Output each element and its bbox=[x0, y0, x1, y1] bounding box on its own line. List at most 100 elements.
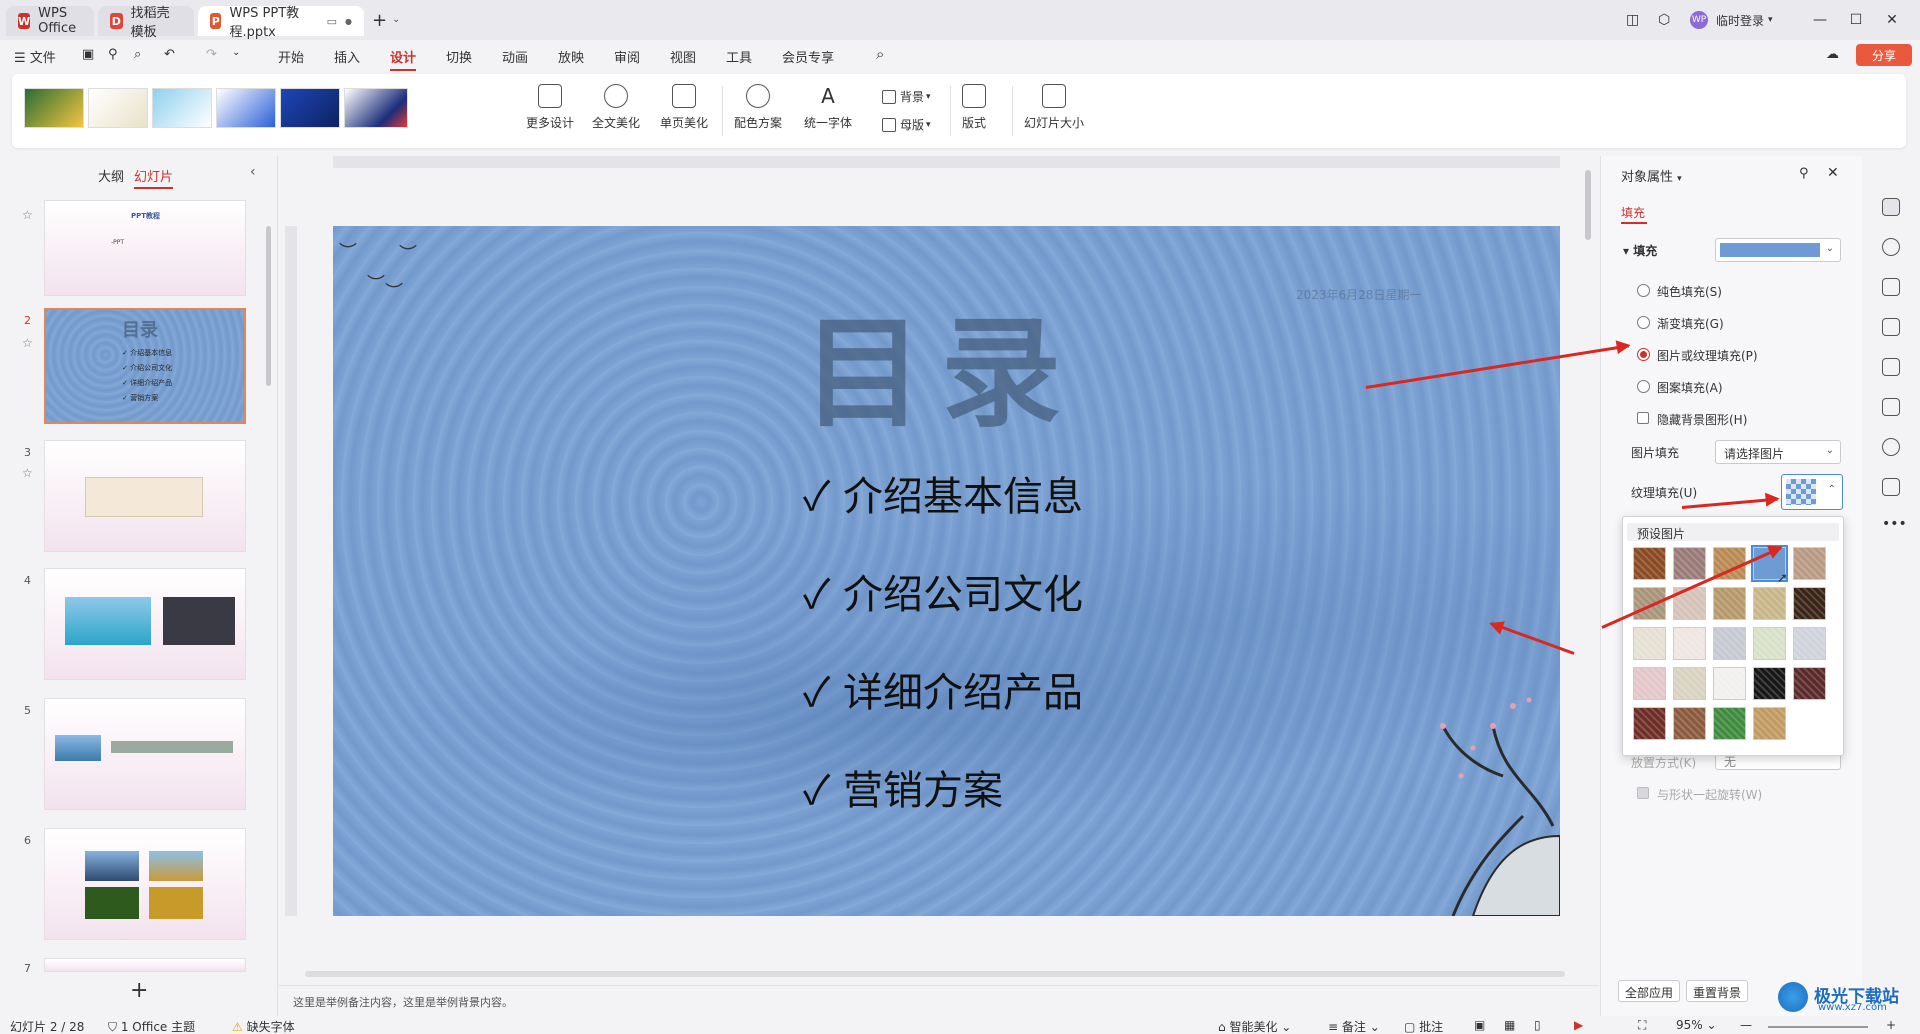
slide-list-item[interactable]: ✓ 营销方案 bbox=[803, 758, 1003, 816]
user-login[interactable]: WP 临时登录 ▾ bbox=[1690, 8, 1773, 32]
zoom-level[interactable]: 95% ⌄ bbox=[1676, 1018, 1717, 1032]
book-icon[interactable] bbox=[1882, 398, 1900, 416]
tab-outline[interactable]: 大纲 bbox=[98, 166, 124, 185]
sorter-view-icon[interactable]: ▦ bbox=[1504, 1018, 1515, 1032]
texture-swatch[interactable] bbox=[1713, 667, 1746, 700]
more-icon[interactable]: ••• bbox=[1882, 516, 1907, 532]
template-thumb[interactable] bbox=[216, 88, 276, 128]
template-thumb[interactable] bbox=[88, 88, 148, 128]
properties-icon[interactable] bbox=[1882, 198, 1900, 216]
slide-thumbnail-1[interactable]: PPT教程 -PPT bbox=[44, 200, 246, 296]
cloud-icon[interactable]: ☁ bbox=[1826, 47, 1839, 62]
collapse-panel-icon[interactable]: ‹ bbox=[250, 164, 256, 180]
more-design-button[interactable]: 更多设计 bbox=[526, 84, 574, 131]
menu-review[interactable]: 审阅 bbox=[614, 47, 640, 66]
slide-size-button[interactable]: 幻灯片大小 bbox=[1024, 84, 1084, 131]
tab-unsaved-dot-icon[interactable]: ● bbox=[345, 17, 352, 26]
beautify-all-button[interactable]: 全文美化 bbox=[592, 84, 640, 131]
pattern-fill-radio[interactable] bbox=[1637, 380, 1650, 393]
reset-background-button[interactable]: 重置背景 bbox=[1686, 980, 1749, 1002]
solid-fill-radio[interactable] bbox=[1637, 284, 1650, 297]
menu-animation[interactable]: 动画 bbox=[502, 47, 528, 66]
template-thumb[interactable] bbox=[24, 88, 84, 128]
slide-list-item[interactable]: ✓ 介绍基本信息 bbox=[803, 464, 1083, 522]
tab-ppt-document[interactable]: P WPS PPT教程.pptx ▭ ● bbox=[198, 6, 364, 40]
menu-slideshow[interactable]: 放映 bbox=[558, 47, 584, 66]
texture-swatch[interactable] bbox=[1753, 627, 1786, 660]
theme-name[interactable]: ⛉ 1 Office 主题 bbox=[108, 1018, 195, 1034]
picture-texture-fill-radio[interactable] bbox=[1637, 348, 1650, 361]
template-thumb[interactable] bbox=[344, 88, 408, 128]
play-slideshow-icon[interactable]: ▶ bbox=[1574, 1018, 1583, 1032]
texture-swatch[interactable] bbox=[1673, 627, 1706, 660]
rotate-with-shape-checkbox[interactable] bbox=[1637, 787, 1649, 799]
smart-beautify-button[interactable]: ⌂ 智能美化 ⌄ bbox=[1218, 1018, 1291, 1034]
fill-color-dropdown[interactable]: ⌄ bbox=[1715, 238, 1841, 262]
slide-canvas[interactable]: ︶ ︶ ︶ ︶ 2023年6月28日星期一 目录 ✓ 介绍基本信息 ✓ 介绍公司… bbox=[333, 226, 1560, 916]
texture-swatch[interactable] bbox=[1673, 547, 1706, 580]
star-icon[interactable]: ☆ bbox=[22, 336, 33, 350]
tab-find-templates[interactable]: D 找稻壳模板 bbox=[98, 6, 194, 40]
template-thumb[interactable] bbox=[280, 88, 340, 128]
menu-insert[interactable]: 插入 bbox=[334, 47, 360, 66]
slide-list-item[interactable]: ✓ 介绍公司文化 bbox=[803, 562, 1083, 620]
quick-access-chevron-icon[interactable]: ⌄ bbox=[232, 47, 240, 58]
star-icon[interactable]: ☆ bbox=[22, 208, 33, 222]
beautify-page-button[interactable]: 单页美化 bbox=[660, 84, 708, 131]
notes-button[interactable]: ≡ 备注 ⌄ bbox=[1328, 1018, 1380, 1034]
texture-swatch[interactable] bbox=[1713, 707, 1746, 740]
share-button[interactable]: 分享 bbox=[1856, 44, 1912, 66]
texture-swatch[interactable] bbox=[1673, 707, 1706, 740]
slide-thumbnail-5[interactable] bbox=[44, 698, 246, 810]
redo-icon[interactable]: ↷ bbox=[206, 47, 217, 62]
zoom-slider[interactable] bbox=[1768, 1026, 1868, 1028]
texture-swatch[interactable] bbox=[1753, 587, 1786, 620]
menu-design[interactable]: 设计 bbox=[390, 47, 417, 71]
star-icon[interactable] bbox=[1882, 238, 1900, 256]
texture-swatch[interactable] bbox=[1793, 547, 1826, 580]
picture-fill-dropdown[interactable]: 请选择图片 ⌄ bbox=[1715, 440, 1841, 464]
texture-swatch[interactable] bbox=[1793, 627, 1826, 660]
print-preview-icon[interactable]: ⌕ bbox=[134, 47, 141, 62]
hide-bg-checkbox[interactable] bbox=[1637, 412, 1649, 424]
color-scheme-button[interactable]: 配色方案 bbox=[734, 84, 782, 131]
tab-fill[interactable]: 填充 bbox=[1621, 204, 1645, 221]
texture-swatch[interactable] bbox=[1633, 707, 1666, 740]
menu-start[interactable]: 开始 bbox=[278, 47, 304, 66]
texture-swatch[interactable] bbox=[1753, 667, 1786, 700]
master-button[interactable]: 母版 ▾ bbox=[882, 116, 931, 133]
vertical-scrollbar[interactable] bbox=[1585, 170, 1591, 240]
unify-font-button[interactable]: A 统一字体 bbox=[804, 84, 852, 131]
zoom-out-icon[interactable]: — bbox=[1740, 1018, 1752, 1032]
thumbnail-scrollbar[interactable] bbox=[266, 226, 271, 386]
texture-swatch[interactable] bbox=[1793, 587, 1826, 620]
maximize-icon[interactable]: ☐ bbox=[1846, 10, 1866, 30]
slide-list-item[interactable]: ✓ 详细介绍产品 bbox=[803, 660, 1083, 718]
tab-monitor-icon[interactable]: ▭ bbox=[327, 15, 337, 28]
texture-swatch[interactable] bbox=[1713, 627, 1746, 660]
robot-icon[interactable] bbox=[1882, 478, 1900, 496]
missing-font-warning[interactable]: ⚠ 缺失字体 bbox=[232, 1018, 295, 1034]
file-menu[interactable]: ☰ 文件 bbox=[14, 47, 56, 66]
texture-swatch[interactable] bbox=[1633, 667, 1666, 700]
texture-swatch[interactable] bbox=[1633, 547, 1666, 580]
menu-transition[interactable]: 切换 bbox=[446, 47, 472, 66]
tools-icon[interactable] bbox=[1882, 358, 1900, 376]
slide-thumbnail-2[interactable]: 目录 ✓ 介绍基本信息 ✓ 介绍公司文化 ✓ 详细介绍产品 ✓ 营销方案 bbox=[44, 308, 246, 424]
tab-wps-office[interactable]: W WPS Office bbox=[6, 6, 94, 36]
close-icon[interactable]: ✕ bbox=[1882, 10, 1902, 30]
background-button[interactable]: 背景 ▾ bbox=[882, 88, 931, 105]
minimize-icon[interactable]: — bbox=[1810, 10, 1830, 30]
copy-icon[interactable] bbox=[1882, 278, 1900, 296]
menu-tools[interactable]: 工具 bbox=[726, 47, 752, 66]
fit-window-icon[interactable]: ⛶ bbox=[1638, 1018, 1646, 1033]
tab-slides[interactable]: 幻灯片 bbox=[134, 166, 174, 189]
speaker-notes[interactable]: 这里是举例备注内容，这里是举例背景内容。 bbox=[279, 985, 1599, 1015]
texture-swatch[interactable] bbox=[1793, 667, 1826, 700]
save-icon[interactable]: ▣ bbox=[82, 47, 94, 62]
slide-thumbnail-3[interactable] bbox=[44, 440, 246, 552]
slide-title[interactable]: 目录 bbox=[803, 276, 1079, 450]
fill-section-header[interactable]: ▾ 填充 bbox=[1623, 242, 1657, 259]
slide-thumbnail-7[interactable] bbox=[44, 958, 246, 972]
reading-view-icon[interactable]: ▯ bbox=[1534, 1018, 1541, 1032]
